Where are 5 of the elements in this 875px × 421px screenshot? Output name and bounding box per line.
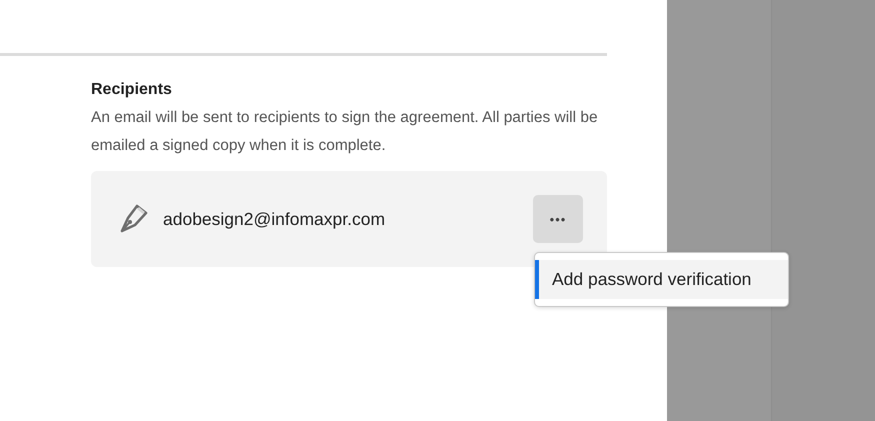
menu-item[interactable]: Add password verification (535, 260, 788, 299)
section-title: Recipients (91, 81, 173, 99)
recipient-email: adobesign2@infomaxpr.com (163, 208, 386, 230)
more-options-button[interactable]: ••• (533, 195, 583, 243)
section-description: An email will be sent to recipients to sign the agreement. All parties will be emailed a signed copy when it is complete. (91, 108, 599, 156)
